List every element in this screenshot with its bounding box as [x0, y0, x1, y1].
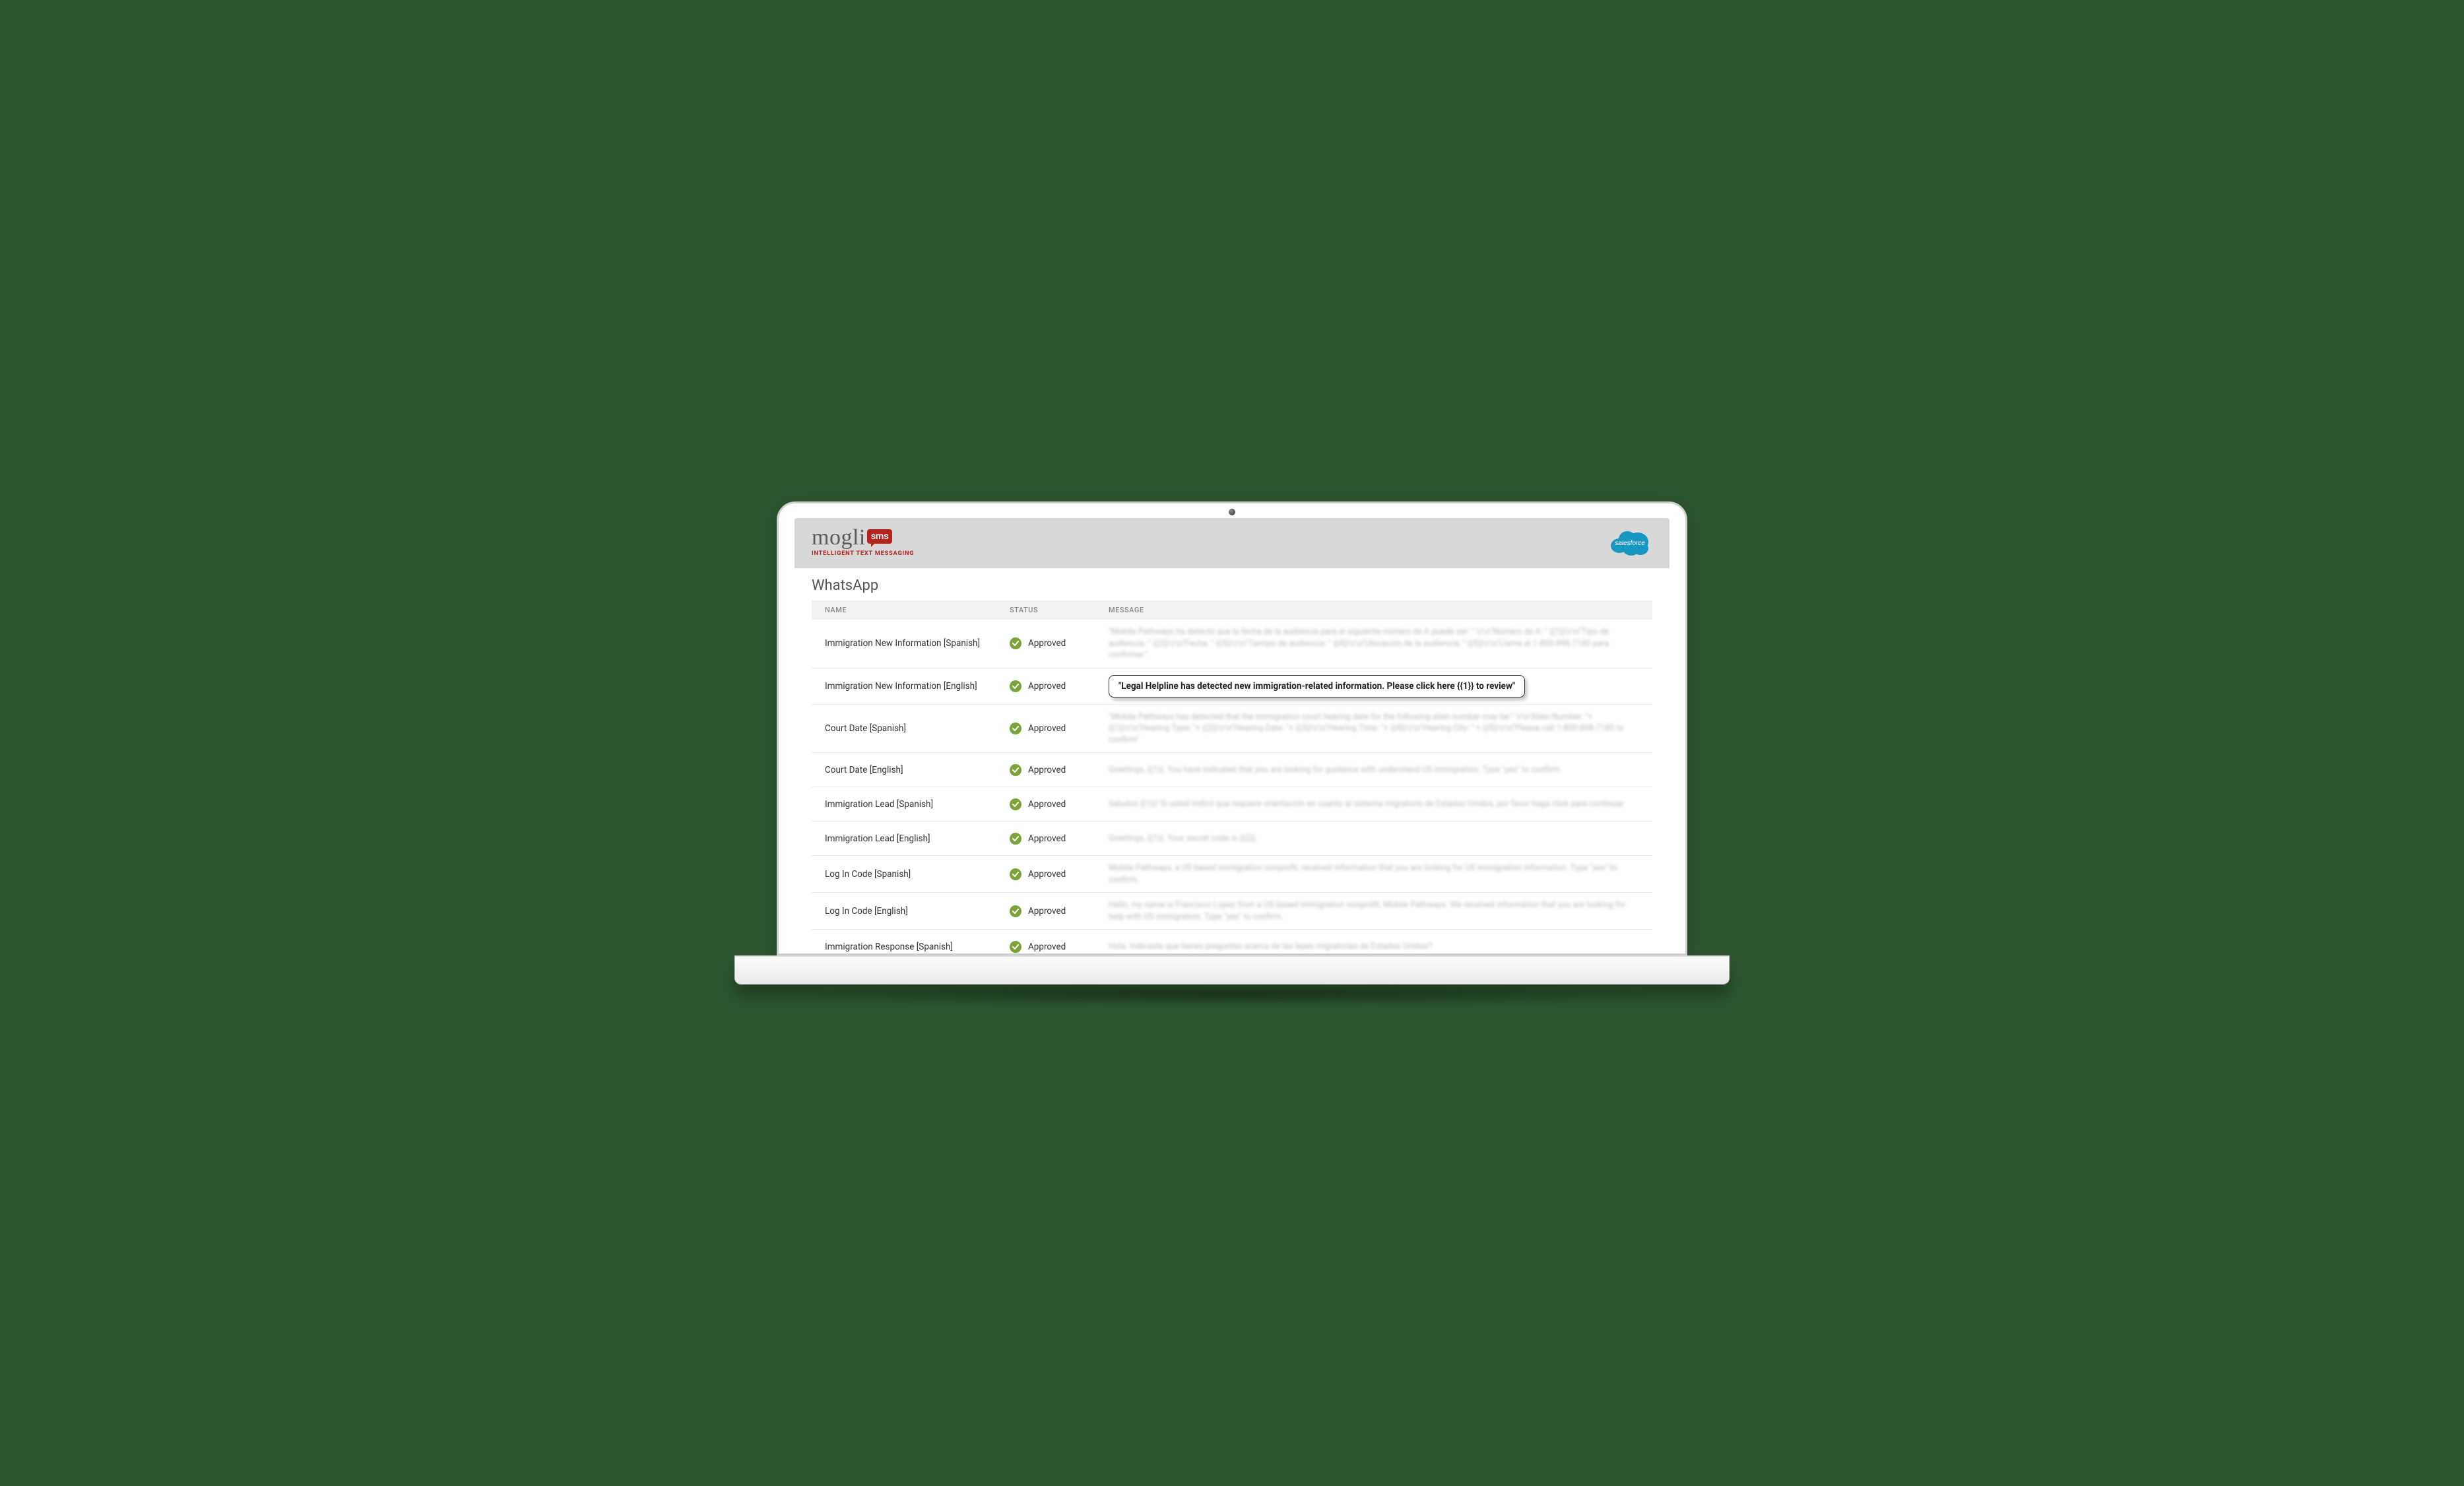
brand-logo: mogli sms INTELLIGENT TEXT MESSAGING [812, 528, 914, 558]
message-cell: Greetings, {{1}}. Your secret code is {{… [1109, 833, 1639, 845]
template-name: Immigration New Information [English] [825, 681, 1010, 692]
templates-table: NAME STATUS MESSAGE Immigration New Info… [812, 600, 1652, 953]
page-title: WhatsApp [812, 577, 1652, 594]
col-header-message: MESSAGE [1109, 606, 1639, 614]
message-cell: Hola. Indicaste que tienes preguntas ace… [1109, 941, 1639, 953]
status-label: Approved [1028, 799, 1066, 810]
message-cell: Mobile Pathways, a US based immigration … [1109, 862, 1639, 886]
status-label: Approved [1028, 906, 1066, 917]
message-text-blurred: Mobile Pathways, a US based immigration … [1109, 862, 1639, 886]
app-screen: mogli sms INTELLIGENT TEXT MESSAGING [794, 518, 1670, 953]
table-row[interactable]: Log In Code [English] Approved Hello, my n… [812, 893, 1652, 930]
brand-badge: sms [867, 529, 893, 544]
table-row[interactable]: Court Date [English] Approved Greetings, {… [812, 753, 1652, 787]
status-cell: Approved [1010, 941, 1109, 953]
message-text-blurred: Saludos {{1}}! Si usted indicó que requi… [1109, 798, 1639, 810]
check-icon [1010, 764, 1021, 776]
salesforce-logo: salesforce [1607, 527, 1652, 558]
message-text-blurred: Hello, my name is Francisco Lopez from a… [1109, 899, 1639, 922]
camera-icon [1229, 509, 1235, 515]
message-cell: Saludos {{1}}! Si usted indicó que requi… [1109, 798, 1639, 810]
status-cell: Approved [1010, 905, 1109, 917]
message-text-blurred: Hola. Indicaste que tienes preguntas ace… [1109, 941, 1639, 953]
content-area: WhatsApp NAME STATUS MESSAGE Immigration… [794, 568, 1670, 953]
svg-text:salesforce: salesforce [1615, 540, 1645, 547]
check-icon [1010, 798, 1021, 810]
status-label: Approved [1028, 638, 1066, 649]
table-row[interactable]: Immigration Lead [Spanish] Approved Saludo… [812, 787, 1652, 822]
message-text-blurred: Greetings, {{1}}. You have indicated tha… [1109, 764, 1639, 776]
brand-tagline: INTELLIGENT TEXT MESSAGING [812, 550, 914, 557]
status-cell: Approved [1010, 764, 1109, 776]
table-row[interactable]: Immigration Lead [English] Approved Greeti… [812, 822, 1652, 856]
status-label: Approved [1028, 833, 1066, 844]
status-cell: Approved [1010, 637, 1109, 649]
check-icon [1010, 723, 1021, 734]
template-name: Log In Code [English] [825, 906, 1010, 917]
status-label: Approved [1028, 942, 1066, 952]
template-name: Immigration New Information [Spanish] [825, 638, 1010, 649]
template-name: Immigration Lead [Spanish] [825, 799, 1010, 810]
laptop-mockup: mogli sms INTELLIGENT TEXT MESSAGING [777, 501, 1687, 985]
message-text-blurred: "Mobile Pathways ha detectó que la fecha… [1109, 626, 1639, 661]
template-name: Immigration Lead [English] [825, 833, 1010, 844]
table-body: Immigration New Information [Spanish] App… [812, 620, 1652, 953]
status-cell: Approved [1010, 680, 1109, 692]
message-text-blurred: Greetings, {{1}}. Your secret code is {{… [1109, 833, 1639, 845]
status-cell: Approved [1010, 868, 1109, 880]
status-label: Approved [1028, 681, 1066, 692]
message-cell: "Legal Helpline has detected new immigra… [1109, 675, 1639, 697]
col-header-name: NAME [825, 606, 1010, 614]
table-row[interactable]: Court Date [Spanish] Approved "Mobile Path… [812, 705, 1652, 754]
status-label: Approved [1028, 869, 1066, 880]
status-label: Approved [1028, 723, 1066, 734]
status-cell: Approved [1010, 833, 1109, 845]
message-cell: "Mobile Pathways has detected that the i… [1109, 711, 1639, 746]
check-icon [1010, 905, 1021, 917]
table-row[interactable]: Immigration Response [Spanish] Approved Ho… [812, 930, 1652, 953]
template-name: Immigration Response [Spanish] [825, 942, 1010, 952]
laptop-lid: mogli sms INTELLIGENT TEXT MESSAGING [777, 501, 1687, 955]
message-cell: "Mobile Pathways ha detectó que la fecha… [1109, 626, 1639, 661]
status-cell: Approved [1010, 798, 1109, 810]
check-icon [1010, 637, 1021, 649]
brand-name: mogli [812, 528, 866, 548]
table-row[interactable]: Log In Code [Spanish] Approved Mobile Path… [812, 856, 1652, 893]
template-name: Court Date [English] [825, 765, 1010, 775]
template-name: Court Date [Spanish] [825, 723, 1010, 734]
check-icon [1010, 941, 1021, 953]
laptop-base [734, 955, 1730, 985]
message-cell: Greetings, {{1}}. You have indicated tha… [1109, 764, 1639, 776]
check-icon [1010, 868, 1021, 880]
col-header-status: STATUS [1010, 606, 1109, 614]
status-label: Approved [1028, 765, 1066, 775]
table-row[interactable]: Immigration New Information [Spanish] App… [812, 620, 1652, 668]
message-cell: Hello, my name is Francisco Lopez from a… [1109, 899, 1639, 922]
status-cell: Approved [1010, 723, 1109, 734]
message-text-blurred: "Mobile Pathways has detected that the i… [1109, 711, 1639, 746]
table-row[interactable]: Immigration New Information [English] App… [812, 668, 1652, 705]
check-icon [1010, 833, 1021, 845]
table-header-row: NAME STATUS MESSAGE [812, 600, 1652, 620]
check-icon [1010, 680, 1021, 692]
template-name: Log In Code [Spanish] [825, 869, 1010, 880]
app-header: mogli sms INTELLIGENT TEXT MESSAGING [794, 518, 1670, 568]
message-text-callout: "Legal Helpline has detected new immigra… [1109, 675, 1525, 697]
